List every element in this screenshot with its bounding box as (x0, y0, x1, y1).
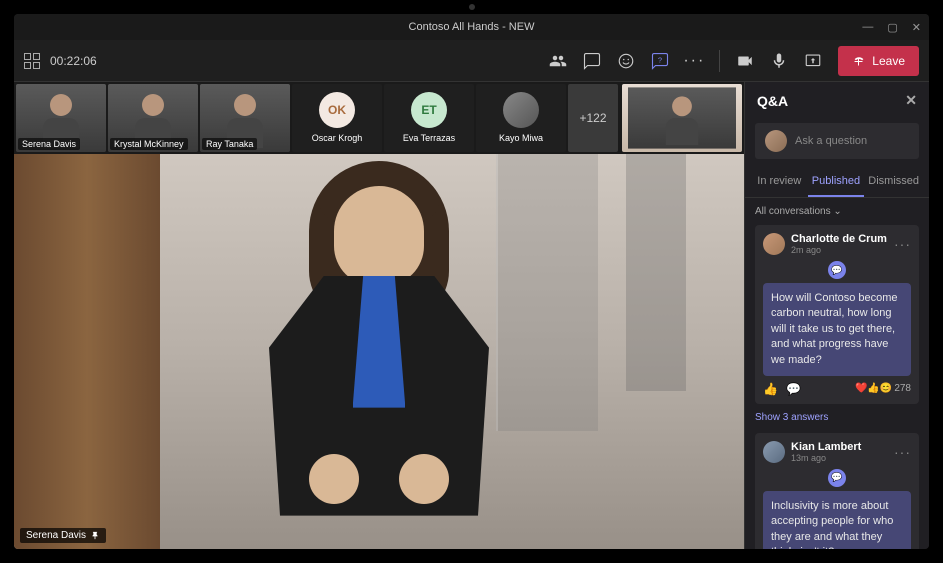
qa-title: Q&A (757, 93, 788, 109)
window-close-button[interactable]: ✕ (912, 21, 921, 34)
chevron-down-icon: ⌄ (833, 206, 841, 217)
qa-question-card: Kian Lambert 13m ago ··· 💬 Inclusivity i… (755, 433, 919, 549)
participant-tile[interactable]: Krystal McKinney (108, 84, 198, 152)
participant-tile[interactable]: Kayo Miwa (476, 84, 566, 152)
qa-question-text: How will Contoso become carbon neutral, … (763, 283, 911, 376)
qa-tabs: In review Published Dismissed (745, 167, 929, 198)
qa-timestamp: 2m ago (791, 245, 887, 255)
qa-author-name: Charlotte de Crum (791, 233, 887, 245)
window-minimize-button[interactable]: — (862, 21, 873, 34)
pip-self-tile[interactable] (622, 84, 742, 152)
qa-icon[interactable]: ? (651, 52, 669, 70)
qa-question-text: Inclusivity is more about accepting peop… (763, 491, 911, 549)
leave-button[interactable]: Leave (838, 46, 919, 76)
featured-badge-icon: 💬 (828, 469, 846, 487)
featured-badge-icon: 💬 (828, 261, 846, 279)
more-icon[interactable]: ··· (685, 52, 703, 70)
participant-tile[interactable]: ETEva Terrazas (384, 84, 474, 152)
qa-author-name: Kian Lambert (791, 441, 861, 453)
main-video-stage: Serena Davis (14, 154, 744, 549)
tab-published[interactable]: Published (808, 167, 865, 197)
qa-timestamp: 13m ago (791, 453, 861, 463)
reactions-icon[interactable] (617, 52, 635, 70)
ask-question-input[interactable]: Ask a question (755, 123, 919, 159)
more-icon[interactable]: ··· (894, 444, 911, 460)
avatar (765, 130, 787, 152)
window-maximize-button[interactable]: ▢ (887, 21, 897, 34)
camera-icon[interactable] (736, 52, 754, 70)
share-screen-icon[interactable] (804, 52, 822, 70)
chat-icon[interactable] (583, 52, 601, 70)
participant-tile[interactable]: Serena Davis (16, 84, 106, 152)
meeting-toolbar: 00:22:06 ? ··· Leave (14, 40, 929, 82)
qa-question-card: Charlotte de Crum 2m ago ··· 💬 How will … (755, 225, 919, 404)
overflow-participants-button[interactable]: +122 (568, 84, 618, 152)
avatar (763, 233, 785, 255)
comment-icon[interactable]: 💬 (786, 382, 801, 396)
show-answers-link[interactable]: Show 3 answers (755, 412, 919, 423)
gallery-view-icon[interactable] (24, 53, 40, 69)
tab-dismissed[interactable]: Dismissed (864, 167, 923, 197)
people-icon[interactable] (549, 52, 567, 70)
upvote-button[interactable]: 👍 (763, 382, 778, 396)
pin-icon (90, 531, 100, 541)
window-titlebar: Contoso All Hands - NEW — ▢ ✕ (14, 14, 929, 40)
qa-filter-dropdown[interactable]: All conversations ⌄ (755, 206, 919, 217)
meeting-timer: 00:22:06 (50, 54, 97, 68)
participant-tile[interactable]: Ray Tanaka (200, 84, 290, 152)
tab-in-review[interactable]: In review (751, 167, 808, 197)
window-title: Contoso All Hands - NEW (409, 21, 535, 33)
more-icon[interactable]: ··· (894, 236, 911, 252)
participant-tile[interactable]: OKOscar Krogh (292, 84, 382, 152)
avatar (763, 441, 785, 463)
participant-roster: Serena Davis Krystal McKinney Ray Tanaka… (14, 82, 744, 154)
qa-panel: Q&A ✕ Ask a question In review Published… (744, 82, 929, 549)
microphone-icon[interactable] (770, 52, 788, 70)
reactions-summary[interactable]: ❤️👍😊 (855, 383, 892, 394)
close-icon[interactable]: ✕ (905, 92, 917, 109)
active-speaker-label: Serena Davis (20, 528, 106, 543)
svg-text:?: ? (658, 55, 662, 64)
